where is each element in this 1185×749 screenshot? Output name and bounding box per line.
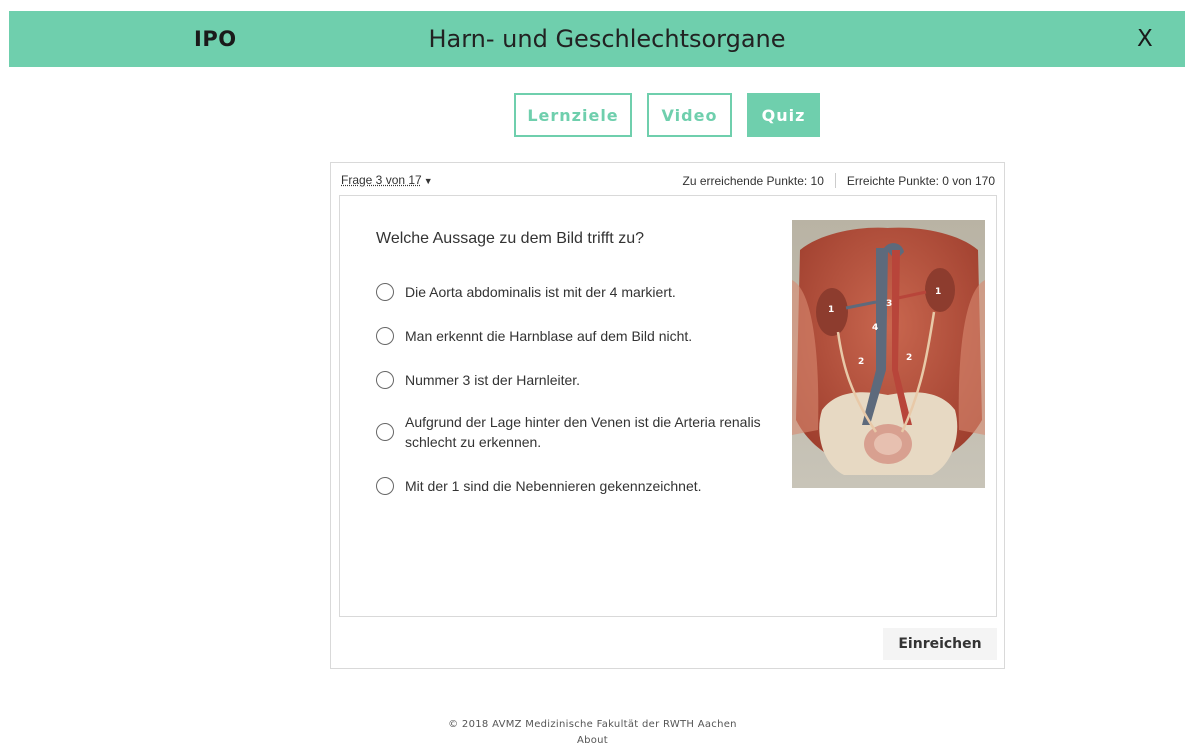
question-panel: Welche Aussage zu dem Bild trifft zu? Di… — [339, 195, 997, 617]
radio-button[interactable] — [376, 477, 394, 495]
figure-label: 1 — [828, 305, 834, 315]
tab-quiz[interactable]: Quiz — [747, 93, 820, 137]
close-button[interactable]: X — [1137, 11, 1153, 67]
radio-button[interactable] — [376, 423, 394, 441]
quiz-header: Frage 3 von 17 ▼ Zu erreichende Punkte: 1… — [331, 163, 1004, 195]
quiz-card: Frage 3 von 17 ▼ Zu erreichende Punkte: 1… — [330, 162, 1005, 669]
question-select[interactable]: Frage 3 von 17 ▼ — [341, 173, 433, 187]
divider — [834, 173, 836, 188]
page-title: Harn- und Geschlechtsorgane — [428, 25, 786, 53]
answer-option[interactable]: Die Aorta abdominalis ist mit der 4 mark… — [376, 282, 676, 302]
anatomy-figure: 1 1 2 2 3 4 — [792, 220, 985, 488]
figure-label: 2 — [858, 357, 864, 367]
figure-label: 4 — [872, 323, 878, 333]
answer-option-label: Die Aorta abdominalis ist mit der 4 mark… — [405, 284, 676, 300]
points-achieved: Erreichte Punkte: 0 von 170 — [846, 173, 995, 188]
answer-option[interactable]: Nummer 3 ist der Harnleiter. — [376, 370, 580, 390]
answer-option-label: Aufgrund der Lage hinter den Venen ist d… — [405, 414, 761, 450]
answer-option-label: Mit der 1 sind die Nebennieren gekennzei… — [405, 478, 702, 494]
copyright-text: © 2018 AVMZ Medizinische Fakultät der RW… — [448, 719, 737, 730]
figure-label: 1 — [935, 287, 941, 297]
tab-lernziele[interactable]: Lernziele — [514, 93, 632, 137]
answer-option[interactable]: Man erkennt die Harnblase auf dem Bild n… — [376, 326, 692, 346]
answer-option-label: Man erkennt die Harnblase auf dem Bild n… — [405, 328, 693, 344]
question-text: Welche Aussage zu dem Bild trifft zu? — [376, 230, 644, 247]
figure-label: 3 — [886, 299, 892, 309]
radio-button[interactable] — [376, 371, 394, 389]
radio-button[interactable] — [376, 327, 394, 345]
radio-button[interactable] — [376, 283, 394, 301]
top-bar: IPO Harn- und Geschlechtsorgane X — [9, 11, 1185, 67]
footer: © 2018 AVMZ Medizinische Fakultät der RW… — [0, 717, 1185, 749]
answer-option[interactable]: Aufgrund der Lage hinter den Venen ist d… — [376, 412, 765, 452]
points-info: Zu erreichende Punkte: 10 Erreichte Punk… — [682, 173, 995, 188]
question-select-label: Frage 3 von 17 — [341, 173, 422, 187]
points-required: Zu erreichende Punkte: 10 — [682, 173, 824, 188]
answer-option-label: Nummer 3 ist der Harnleiter. — [405, 372, 581, 388]
figure-label: 2 — [906, 353, 912, 363]
caret-down-icon: ▼ — [423, 176, 433, 186]
tab-video[interactable]: Video — [647, 93, 732, 137]
submit-button[interactable]: Einreichen — [883, 628, 997, 660]
answer-option[interactable]: Mit der 1 sind die Nebennieren gekennzei… — [376, 476, 702, 496]
